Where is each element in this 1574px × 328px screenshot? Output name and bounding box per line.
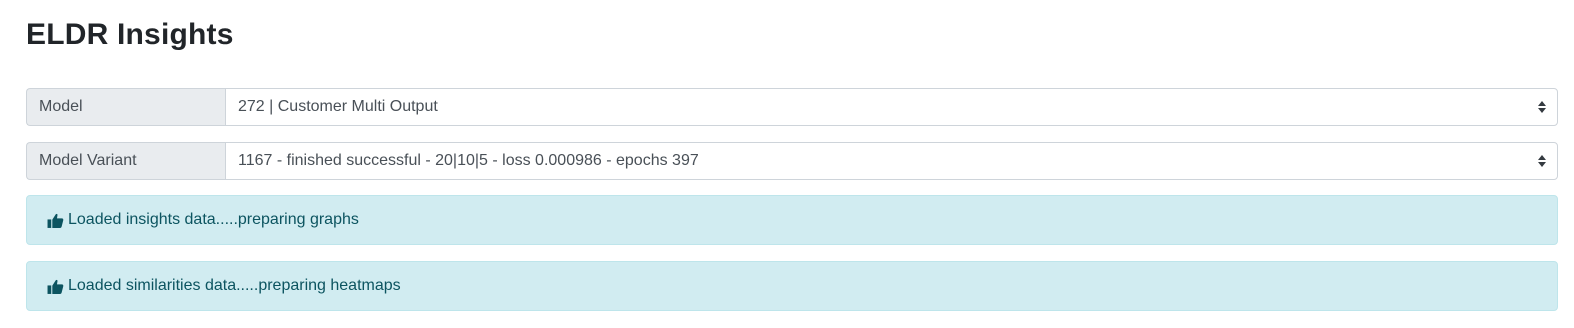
model-select[interactable]: 272 | Customer Multi Output — [225, 88, 1558, 126]
thumbs-up-icon — [47, 213, 64, 228]
model-input-group: Model 272 | Customer Multi Output — [26, 88, 1558, 126]
model-label: Model — [26, 88, 225, 126]
model-variant-label: Model Variant — [26, 142, 225, 180]
page-title: ELDR Insights — [26, 18, 234, 51]
alert-text: Loaded similarities data.....preparing h… — [68, 277, 401, 294]
thumbs-up-icon — [47, 279, 64, 294]
similarities-loaded-alert: Loaded similarities data.....preparing h… — [26, 261, 1558, 311]
alert-text: Loaded insights data.....preparing graph… — [68, 211, 359, 228]
select-arrows-icon — [1537, 154, 1547, 168]
select-arrows-icon — [1537, 100, 1547, 114]
model-variant-select[interactable]: 1167 - finished successful - 20|10|5 - l… — [225, 142, 1558, 180]
model-variant-input-group: Model Variant 1167 - finished successful… — [26, 142, 1558, 180]
insights-loaded-alert: Loaded insights data.....preparing graph… — [26, 195, 1558, 245]
model-select-value: 272 | Customer Multi Output — [238, 98, 438, 115]
model-variant-select-value: 1167 - finished successful - 20|10|5 - l… — [238, 152, 699, 169]
